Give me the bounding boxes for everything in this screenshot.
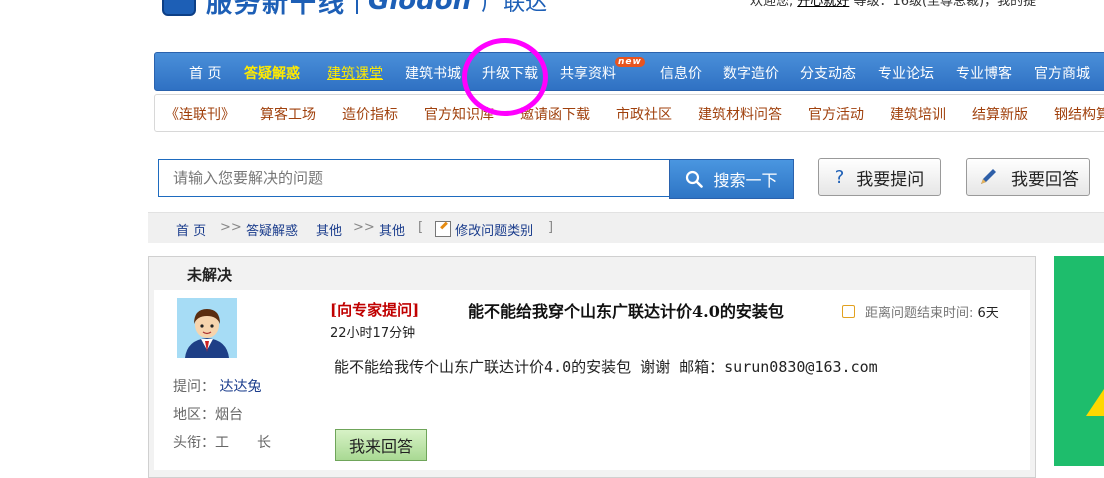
answer-button-label: 我要回答 xyxy=(1011,169,1079,190)
search-button-label: 搜索一下 xyxy=(713,171,778,190)
nav-forum[interactable]: 专业论坛 xyxy=(878,63,934,83)
search-box xyxy=(158,159,670,197)
edit-category-link[interactable]: 修改问题类别 xyxy=(435,220,533,239)
breadcrumb-qa[interactable]: 答疑解惑 xyxy=(246,220,298,239)
subnav-official-events[interactable]: 官方活动 xyxy=(808,104,864,124)
breadcrumb-other-sub[interactable]: 其他 xyxy=(379,220,405,239)
pencil-icon xyxy=(981,169,996,184)
logo-divider xyxy=(356,0,359,14)
rank-label: 头衔： xyxy=(173,435,215,451)
breadcrumb-home[interactable]: 首 页 xyxy=(176,220,206,239)
subnav-training[interactable]: 建筑培训 xyxy=(890,104,946,124)
reply-button[interactable]: 我来回答 xyxy=(335,429,427,461)
region-value: 烟台 xyxy=(215,407,243,423)
nav-branch-news[interactable]: 分支动态 xyxy=(800,63,856,83)
nav-blog[interactable]: 专业博客 xyxy=(956,63,1012,83)
user-status: 欢迎您, 开心就好 等级：16级(至尊总裁)，我的提 xyxy=(750,0,1036,9)
welcome-text: 欢迎您, xyxy=(750,0,794,9)
side-advertisement[interactable] xyxy=(1054,256,1104,466)
new-badge: new xyxy=(615,57,645,67)
search-input[interactable] xyxy=(159,160,669,196)
sub-nav: 《连联刊》 算客工场 造价指标 官方知识库 邀请函下载 市政社区 建筑材料问答 … xyxy=(154,94,1104,132)
bracket-close: ] xyxy=(548,220,554,235)
breadcrumb: 首 页 >> 答疑解惑 其他 >> 其他 [ 修改问题类别 ] xyxy=(148,212,1104,243)
nav-shared-resources[interactable]: 共享资料 xyxy=(560,63,616,83)
subnav-cost-index[interactable]: 造价指标 xyxy=(342,104,398,124)
main-nav: 首 页 答疑解惑 建筑课堂 建筑书城 升级下载 共享资料 new 信息价 数字造… xyxy=(154,52,1104,91)
breadcrumb-other[interactable]: 其他 xyxy=(316,220,342,239)
nav-info-price[interactable]: 信息价 xyxy=(660,63,702,83)
logo-icon xyxy=(162,0,196,16)
nav-official-store[interactable]: 官方商城 xyxy=(1034,63,1090,83)
search-button[interactable]: 搜索一下 xyxy=(669,159,794,199)
nav-digital-cost[interactable]: 数字造价 xyxy=(723,63,779,83)
ask-button-label: 我要提问 xyxy=(856,169,925,190)
avatar[interactable] xyxy=(177,298,237,358)
reply-button-label: 我来回答 xyxy=(348,437,413,456)
rank-row: 头衔：工 长 xyxy=(173,432,271,452)
status-title: 未解决 xyxy=(187,266,233,284)
breadcrumb-separator: >> xyxy=(353,220,375,235)
user-avatar-icon xyxy=(177,298,237,358)
region-label: 地区： xyxy=(173,407,215,423)
question-title: 能不能给我穿个山东广联达计价4.0的安装包 xyxy=(468,302,784,321)
countdown: 距离问题结束时间: 6天 xyxy=(842,302,999,321)
username-link[interactable]: 开心就好 xyxy=(797,0,849,9)
asker-row: 提问： 达达兔 xyxy=(173,376,261,396)
nav-qa[interactable]: 答疑解惑 xyxy=(244,63,300,83)
level-text: 等级：16级(至尊总裁)，我的提 xyxy=(853,0,1037,9)
search-icon xyxy=(686,170,704,188)
region-row: 地区：烟台 xyxy=(173,404,243,424)
asker-name-link[interactable]: 达达兔 xyxy=(219,379,261,395)
expert-question-tag: [向专家提问] xyxy=(330,301,420,319)
logo-text: 服务新干线 xyxy=(206,0,347,19)
countdown-label: 距离问题结束时间: xyxy=(865,306,974,321)
asker-label: 提问： xyxy=(173,379,215,395)
brand-cn-text: 广联达 xyxy=(481,0,548,16)
annotation-circle xyxy=(462,38,548,116)
rank-value: 工 长 xyxy=(215,435,271,451)
site-logo[interactable]: 服务新干线 Glodon 广联达 xyxy=(162,0,548,19)
countdown-rest: 22小时17分钟 xyxy=(330,326,416,341)
nav-home[interactable]: 首 页 xyxy=(189,63,221,83)
subnav-municipal-community[interactable]: 市政社区 xyxy=(616,104,672,124)
question-body: 能不能给我传个山东广联达计价4.0的安装包 谢谢 邮箱：surun0830@16… xyxy=(334,358,878,376)
clock-icon xyxy=(842,305,855,318)
answer-question-button[interactable]: 我要回答 xyxy=(966,158,1090,196)
subnav-materials-qa[interactable]: 建筑材料问答 xyxy=(698,104,782,124)
edit-icon xyxy=(435,221,451,237)
nav-bookstore[interactable]: 建筑书城 xyxy=(405,63,461,83)
nav-classroom[interactable]: 建筑课堂 xyxy=(327,63,383,83)
question-mark-icon: ? xyxy=(834,166,845,188)
ad-graphic xyxy=(1086,386,1104,416)
subnav-workshop[interactable]: 算客工场 xyxy=(260,104,316,124)
subnav-magazine[interactable]: 《连联刊》 xyxy=(165,104,235,124)
edit-category-label[interactable]: 修改问题类别 xyxy=(455,224,533,239)
ask-question-button[interactable]: ? 我要提问 xyxy=(818,158,941,196)
bracket-open: [ xyxy=(418,220,424,235)
subnav-steel-structure[interactable]: 钢结构算 xyxy=(1054,104,1104,124)
brand-text: Glodon xyxy=(368,0,472,16)
subnav-settlement[interactable]: 结算新版 xyxy=(972,104,1028,124)
countdown-days: 6天 xyxy=(977,306,999,321)
breadcrumb-separator: >> xyxy=(220,220,242,235)
